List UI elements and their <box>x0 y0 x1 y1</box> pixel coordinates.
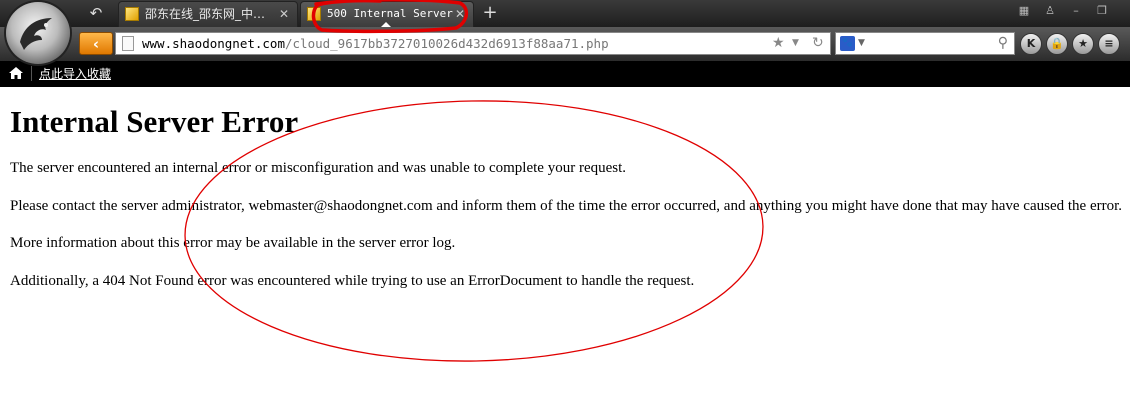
skin-icon[interactable]: ♙ <box>1040 2 1060 20</box>
tab-strip: ↶ 邵东在线_邵东网_中… ✕ 500 Internal Server ✕ + … <box>0 0 1130 28</box>
search-engine-icon[interactable]: 🐾 <box>840 36 855 51</box>
refresh-icon[interactable]: ↻ <box>812 33 824 54</box>
minimize-icon[interactable]: – <box>1066 2 1086 20</box>
error-paragraph-3: More information about this error may be… <box>10 235 456 251</box>
close-icon[interactable]: ✕ <box>455 2 465 26</box>
favicon-icon <box>125 7 139 21</box>
url-path: /cloud_9617bb3727010026d432d6913f88aa71.… <box>285 36 609 51</box>
back-icon[interactable]: ↶ <box>84 3 108 23</box>
error-paragraph-4: Additionally, a 404 Not Found error was … <box>10 273 695 289</box>
grid-icon[interactable]: ▦ <box>1014 2 1034 20</box>
navigation-bar: ‹ www.shaodongnet.com/cloud_9617bb372701… <box>0 27 1130 61</box>
bookmarks-bar: 点此导入收藏 <box>0 61 1130 87</box>
address-bar[interactable]: www.shaodongnet.com/cloud_9617bb37270100… <box>115 32 831 55</box>
search-icon[interactable]: ⚲ <box>998 33 1008 54</box>
menu-icon[interactable]: ≡ <box>1098 33 1120 55</box>
restore-icon[interactable]: ❐ <box>1092 2 1112 20</box>
page-content: Internal Server Error The server encount… <box>10 87 1130 290</box>
tab-shaodong[interactable]: 邵东在线_邵东网_中… ✕ <box>118 1 298 28</box>
error-paragraph-1: The server encountered an internal error… <box>10 160 627 176</box>
lock-icon[interactable]: 🔒 <box>1046 33 1068 55</box>
tab-title: 邵东在线_邵东网_中… <box>145 7 266 21</box>
new-tab-icon[interactable]: + <box>480 2 500 24</box>
close-icon[interactable]: ✕ <box>279 2 289 26</box>
import-bookmarks-link[interactable]: 点此导入收藏 <box>39 61 111 87</box>
star-icon[interactable]: ★ <box>772 33 785 54</box>
page-icon <box>122 36 134 51</box>
browser-logo-icon[interactable] <box>6 2 70 64</box>
divider <box>31 66 32 81</box>
error-paragraph-2: Please contact the server administrator,… <box>10 198 1123 214</box>
chevron-down-icon[interactable]: ▼ <box>858 33 865 54</box>
tab-500-error[interactable]: 500 Internal Server ✕ <box>300 1 474 28</box>
search-box[interactable]: 🐾 ▼ ⚲ <box>835 32 1015 55</box>
home-icon[interactable] <box>8 65 24 81</box>
back-button[interactable]: ‹ <box>79 32 113 55</box>
url-host: www.shaodongnet.com <box>142 36 285 51</box>
chevron-down-icon[interactable]: ▼ <box>792 33 799 54</box>
k-extension-icon[interactable]: K <box>1020 33 1042 55</box>
favicon-icon <box>307 7 321 21</box>
url-text[interactable]: www.shaodongnet.com/cloud_9617bb37270100… <box>142 33 609 54</box>
favorites-star-icon[interactable]: ★ <box>1072 33 1094 55</box>
page-title: Internal Server Error <box>10 104 299 139</box>
